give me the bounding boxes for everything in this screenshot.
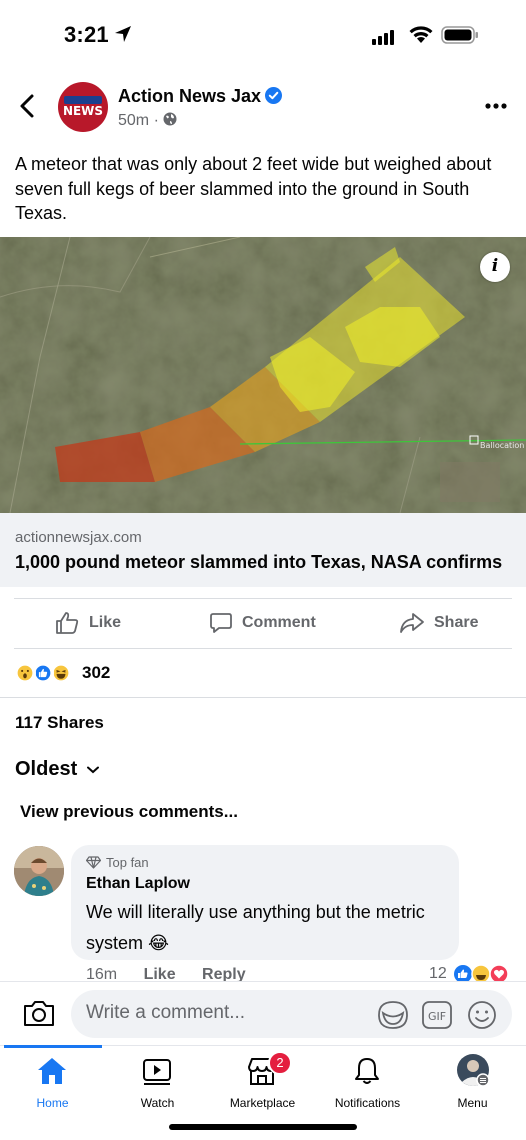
tab-home[interactable]: Home	[0, 1056, 105, 1116]
battery-icon	[441, 26, 478, 44]
meta-separator: ·	[153, 112, 159, 129]
post-meta: 50m ·	[118, 112, 177, 130]
info-icon[interactable]: i	[480, 252, 510, 282]
sort-label: Oldest	[15, 758, 78, 780]
commenter-avatar[interactable]	[14, 846, 64, 896]
comment-button[interactable]: Comment	[209, 600, 316, 646]
tab-label: Home	[36, 1096, 69, 1110]
page-name[interactable]: Action News Jax	[118, 86, 283, 107]
tab-label: Marketplace	[229, 1096, 296, 1110]
marketplace-badge: 2	[268, 1051, 292, 1075]
watch-video-icon	[143, 1059, 171, 1085]
comment-composer: Write a comment... GIF	[0, 981, 526, 1045]
link-preview-card[interactable]: actionnewsjax.com 1,000 pound meteor sla…	[0, 513, 526, 587]
menu-avatar-icon	[457, 1054, 490, 1087]
tab-label: Menu	[457, 1096, 488, 1110]
reactions-summary[interactable]: 302	[14, 660, 110, 686]
diamond-icon	[86, 856, 101, 869]
tab-marketplace[interactable]: 2 Marketplace	[210, 1051, 315, 1116]
top-fan-badge: Top fan	[86, 855, 149, 870]
comment-text: We will literally use anything but the m…	[86, 902, 425, 953]
satellite-map-graphic: Ballocation	[0, 237, 526, 513]
chevron-down-icon	[86, 766, 99, 774]
verified-badge-icon	[265, 87, 283, 104]
home-indicator	[169, 1124, 357, 1130]
link-title[interactable]: 1,000 pound meteor slammed into Texas, N…	[15, 552, 502, 573]
map-location-label: Ballocation	[480, 441, 524, 450]
comment-input[interactable]: Write a comment... GIF	[71, 990, 512, 1038]
view-previous-comments-link[interactable]: View previous comments...	[20, 802, 238, 822]
tab-notifications[interactable]: Notifications	[315, 1056, 420, 1116]
globe-icon	[163, 112, 177, 126]
bell-icon	[355, 1058, 379, 1084]
more-options-icon[interactable]	[484, 102, 508, 110]
like-button[interactable]: Like	[55, 600, 121, 646]
shares-count[interactable]: 117 Shares	[15, 713, 104, 733]
divider	[14, 598, 512, 599]
comment-label: Comment	[242, 614, 316, 631]
post-age[interactable]: 50m	[118, 112, 149, 129]
comment-bubble-icon	[210, 613, 232, 633]
post-header: NEWS Action News Jax 50m ·	[0, 78, 526, 138]
back-chevron-icon[interactable]	[16, 92, 40, 120]
thumbs-up-icon	[56, 612, 79, 634]
comment-author[interactable]: Ethan Laplow	[86, 875, 190, 893]
active-tab-indicator	[4, 1045, 102, 1048]
divider	[0, 697, 526, 698]
like-label: Like	[89, 614, 122, 631]
post-actions: Like Comment Share	[0, 600, 526, 646]
wow-reaction-icon	[14, 662, 36, 684]
reaction-count: 302	[82, 663, 111, 682]
page-avatar[interactable]: NEWS	[58, 82, 108, 132]
comment-placeholder: Write a comment...	[86, 1002, 246, 1023]
tab-watch[interactable]: Watch	[105, 1056, 210, 1116]
status-bar: 3:21	[0, 0, 526, 72]
share-label: Share	[434, 614, 479, 631]
comment-sort-dropdown[interactable]: Oldest	[15, 758, 99, 781]
gif-icon[interactable]: GIF	[422, 1001, 452, 1029]
top-fan-label: Top fan	[106, 855, 149, 870]
camera-icon[interactable]	[22, 998, 56, 1028]
post-text: A meteor that was only about 2 feet wide…	[15, 154, 492, 223]
station-logo-band	[64, 96, 102, 104]
sticker-icon[interactable]	[377, 1000, 409, 1030]
page-name-text[interactable]: Action News Jax	[118, 86, 261, 106]
tab-label: Watch	[140, 1096, 175, 1110]
location-arrow-icon	[115, 26, 131, 42]
emoji-icon[interactable]	[467, 1000, 497, 1030]
link-domain: actionnewsjax.com	[15, 529, 142, 546]
divider	[14, 648, 512, 649]
station-logo-text: NEWS	[62, 104, 104, 118]
svg-text:GIF: GIF	[428, 1010, 446, 1023]
home-icon	[38, 1058, 66, 1084]
share-button[interactable]: Share	[399, 600, 478, 646]
status-time: 3:21	[64, 22, 109, 47]
cell-signal-icon	[372, 27, 396, 45]
comment-bubble[interactable]: Top fan Ethan Laplow We will literally u…	[71, 845, 459, 960]
post-image-map[interactable]: Ballocation i	[0, 237, 526, 513]
wifi-icon	[409, 26, 433, 43]
avatar-photo	[14, 846, 64, 896]
share-arrow-icon	[400, 613, 424, 633]
tab-label: Notifications	[334, 1096, 401, 1110]
tab-menu[interactable]: Menu	[420, 1054, 525, 1116]
